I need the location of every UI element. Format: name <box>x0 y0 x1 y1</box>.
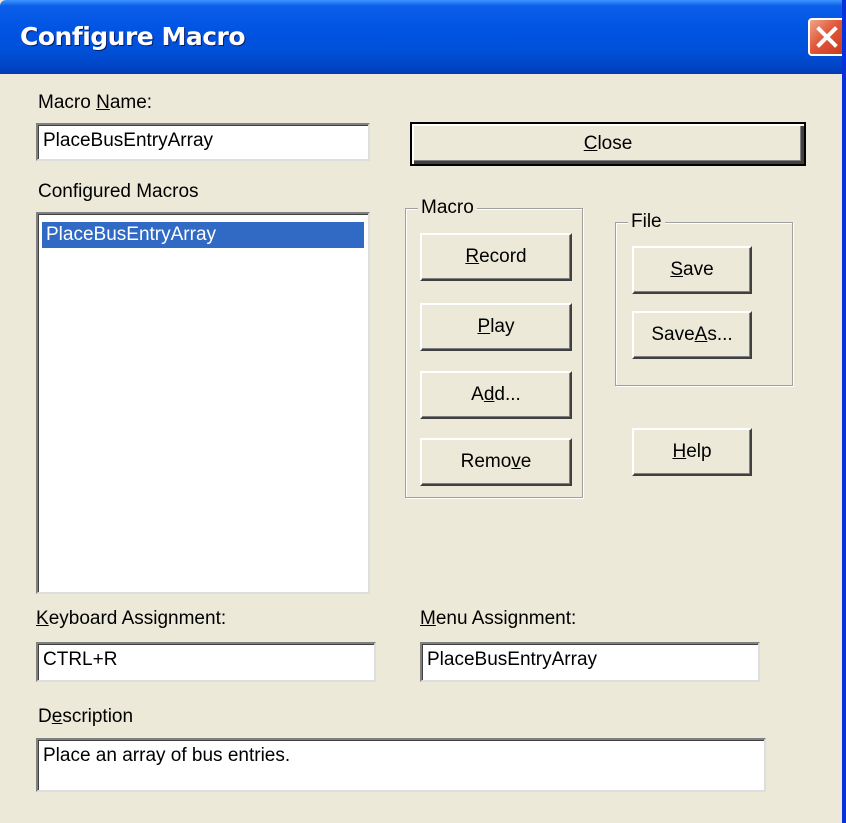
file-group-label: File <box>628 211 665 233</box>
close-icon[interactable] <box>808 18 842 56</box>
description-label: Description <box>38 706 134 727</box>
configured-macros-label: Configured Macros <box>38 181 199 202</box>
macro-name-label: Macro Name: <box>38 92 153 113</box>
configure-macro-dialog: Configure Macro Macro Name: PlaceBusEntr… <box>0 0 846 823</box>
add-button[interactable]: Ad d... <box>420 371 572 419</box>
play-button[interactable]: Play <box>420 303 572 351</box>
help-button[interactable]: Help <box>632 428 752 476</box>
menu-assignment-input[interactable]: PlaceBusEntryArray <box>420 642 760 682</box>
menu-assignment-label: Menu Assignment: <box>420 608 577 629</box>
record-button[interactable]: Record <box>420 233 572 281</box>
remove-button[interactable]: Remo v e <box>420 438 572 486</box>
close-x-glyph <box>816 26 838 48</box>
configured-macros-list[interactable]: PlaceBusEntryArray <box>36 212 370 594</box>
save-as-button[interactable]: Save As... <box>632 311 752 359</box>
list-item[interactable]: PlaceBusEntryArray <box>42 222 364 248</box>
save-button[interactable]: Save <box>632 246 752 294</box>
description-input[interactable]: Place an array of bus entries. <box>36 738 766 792</box>
title-bar[interactable]: Configure Macro <box>0 0 842 74</box>
window-title: Configure Macro <box>20 22 246 51</box>
keyboard-assignment-label: Keyboard Assignment: <box>36 608 227 629</box>
macro-group-label: Macro <box>418 197 477 219</box>
macro-name-input[interactable]: PlaceBusEntryArray <box>36 123 370 161</box>
keyboard-assignment-input[interactable]: CTRL+R <box>36 642 376 682</box>
close-button[interactable]: Close <box>410 122 806 166</box>
